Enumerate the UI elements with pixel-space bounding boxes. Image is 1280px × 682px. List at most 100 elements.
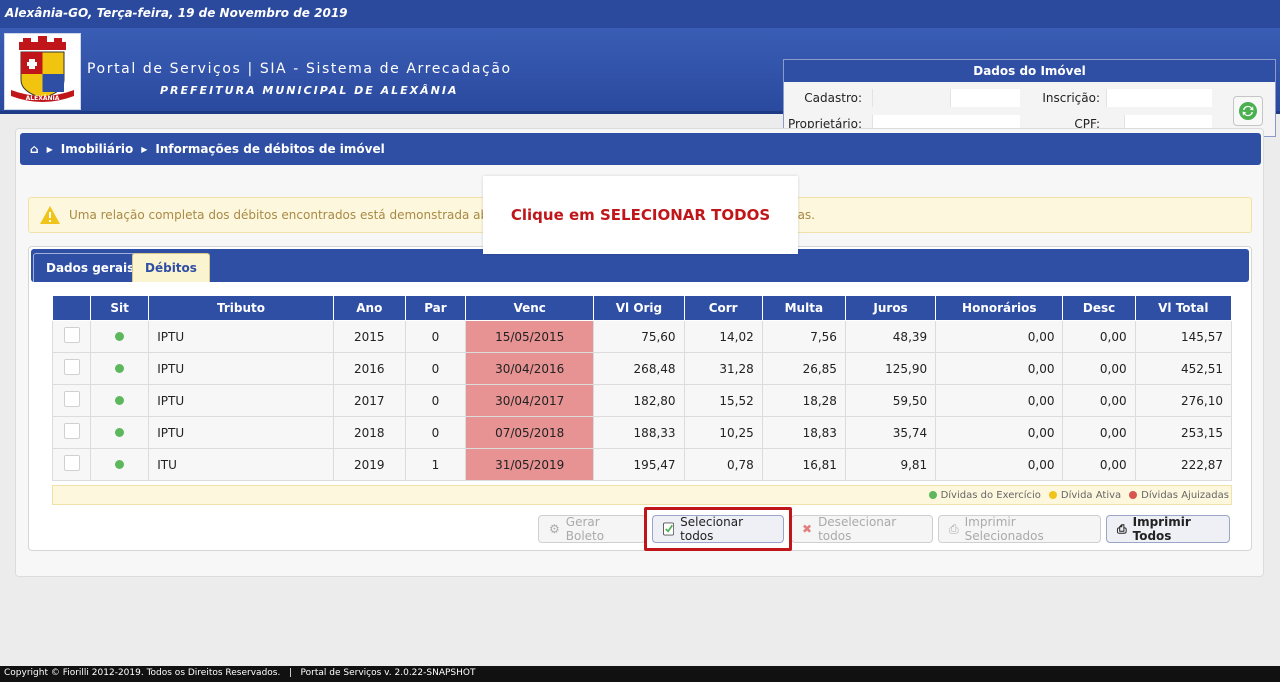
- cell-vl-total: 253,15: [1134, 416, 1233, 449]
- cell-venc: 07/05/2018: [465, 416, 595, 449]
- inscricao-label: Inscrição:: [1042, 91, 1100, 105]
- imovel-panel: Dados do Imóvel Cadastro: Inscrição: Pro…: [783, 59, 1276, 137]
- cell-juros: 59,50: [844, 384, 937, 417]
- alert-text-start: Uma relação completa dos débitos encontr…: [69, 208, 542, 222]
- cell-par: 0: [404, 352, 467, 385]
- cell-honorarios: 0,00: [935, 352, 1064, 385]
- cell-honorarios: 0,00: [935, 416, 1064, 449]
- warning-icon: [40, 206, 60, 224]
- cell-tributo: IPTU: [148, 384, 334, 417]
- row-checkbox[interactable]: [63, 391, 80, 407]
- cell-desc: 0,00: [1062, 320, 1136, 353]
- chevron-right-icon: ▶: [141, 144, 148, 154]
- row-status-cell: [90, 448, 150, 481]
- row-status-cell: [90, 384, 150, 417]
- col-par: Par: [404, 295, 467, 321]
- col-vl-total: Vl Total: [1134, 295, 1233, 321]
- row-select-cell[interactable]: [51, 416, 92, 449]
- row-select-cell[interactable]: [51, 320, 92, 353]
- status-green-dot-icon: [115, 395, 125, 405]
- table-row[interactable]: IPTU 2015 0 15/05/2015 75,60 14,02 7,56 48,39 0,…: [51, 320, 1233, 353]
- svg-text:ALEXÂNIA: ALEXÂNIA: [26, 95, 60, 102]
- col-honorarios: Honorários: [935, 295, 1064, 321]
- table-header-row: Sit Tributo Ano Par Venc Vl Orig Corr Mu…: [51, 295, 1233, 321]
- legend-ativa: Dívida Ativa: [1060, 489, 1122, 501]
- cell-vl-total: 222,87: [1134, 448, 1233, 481]
- imovel-heading: Dados do Imóvel: [784, 60, 1275, 82]
- row-status-cell: [90, 416, 150, 449]
- imprimir-selecionados-label: Imprimir Selecionados: [964, 515, 1044, 543]
- col-desc: Desc: [1062, 295, 1136, 321]
- row-checkbox[interactable]: [63, 455, 80, 471]
- tab-debitos[interactable]: Débitos: [132, 253, 210, 282]
- col-juros: Juros: [844, 295, 937, 321]
- table-row[interactable]: IPTU 2017 0 30/04/2017 182,80 15,52 18,28 59,50…: [51, 384, 1233, 417]
- cell-tributo: IPTU: [148, 352, 334, 385]
- row-select-cell[interactable]: [51, 352, 92, 385]
- cell-corr: 0,78: [683, 448, 763, 481]
- red-dot-icon: [1129, 491, 1138, 499]
- legend-ajuizadas: Dívidas Ajuizadas: [1141, 489, 1229, 501]
- cell-vl-orig: 268,48: [593, 352, 685, 385]
- deselecionar-todos-label: Deselecionar todos: [818, 515, 897, 543]
- cell-tributo: ITU: [148, 448, 334, 481]
- cell-ano: 2015: [332, 320, 406, 353]
- cell-multa: 26,85: [761, 352, 846, 385]
- debts-table: Sit Tributo Ano Par Venc Vl Orig Corr Mu…: [51, 295, 1233, 481]
- col-multa: Multa: [761, 295, 846, 321]
- cell-venc: 15/05/2015: [465, 320, 595, 353]
- cell-vl-total: 452,51: [1134, 352, 1233, 385]
- imprimir-todos-button[interactable]: ⎙ Imprimir Todos: [1106, 515, 1230, 543]
- cell-desc: 0,00: [1062, 352, 1136, 385]
- select-all-icon: [663, 522, 675, 536]
- cell-juros: 125,90: [844, 352, 937, 385]
- date-text: Alexânia-GO, Terça-feira, 19 de Novembro…: [5, 6, 348, 20]
- portal-title: Portal de Serviços | SIA - Sistema de Ar…: [87, 61, 512, 77]
- selecionar-todos-button[interactable]: Selecionar todos: [652, 515, 784, 543]
- cell-par: 0: [404, 320, 467, 353]
- cell-multa: 7,56: [761, 320, 846, 353]
- row-status-cell: [90, 352, 150, 385]
- cell-juros: 9,81: [844, 448, 937, 481]
- row-checkbox[interactable]: [63, 423, 80, 439]
- refresh-button[interactable]: [1233, 96, 1263, 126]
- status-green-dot-icon: [115, 363, 125, 373]
- status-green-dot-icon: [115, 427, 125, 437]
- cell-honorarios: 0,00: [935, 384, 1064, 417]
- row-select-cell[interactable]: [51, 384, 92, 417]
- cell-honorarios: 0,00: [935, 448, 1064, 481]
- breadcrumb-imobiliario[interactable]: Imobiliário: [61, 142, 134, 156]
- table-row[interactable]: IPTU 2018 0 07/05/2018 188,33 10,25 18,83 35,74…: [51, 416, 1233, 449]
- cell-corr: 14,02: [683, 320, 763, 353]
- cell-desc: 0,00: [1062, 416, 1136, 449]
- gear-icon: ⚙: [549, 522, 560, 536]
- green-dot-icon: [928, 491, 937, 499]
- cell-vl-orig: 195,47: [593, 448, 685, 481]
- col-vl-orig: Vl Orig: [593, 295, 685, 321]
- cell-venc: 31/05/2019: [465, 448, 595, 481]
- cell-tributo: IPTU: [148, 320, 334, 353]
- table-row[interactable]: IPTU 2016 0 30/04/2016 268,48 31,28 26,85 125,9…: [51, 352, 1233, 385]
- tutorial-tooltip: Clique em SELECIONAR TODOS: [483, 176, 798, 254]
- row-checkbox[interactable]: [63, 359, 80, 375]
- imprimir-selecionados-button[interactable]: ⎙ Imprimir Selecionados: [938, 515, 1101, 543]
- breadcrumb-current: Informações de débitos de imóvel: [155, 142, 385, 156]
- cell-corr: 31,28: [683, 352, 763, 385]
- legend-exercicio: Dívidas do Exercício: [940, 489, 1041, 501]
- gerar-boleto-button[interactable]: ⚙ Gerar Boleto: [538, 515, 646, 543]
- deselecionar-todos-button[interactable]: ✖ Deselecionar todos: [791, 515, 933, 543]
- cell-juros: 48,39: [844, 320, 937, 353]
- portal-subtitle: PREFEITURA MUNICIPAL DE ALEXÂNIA: [160, 84, 459, 97]
- cell-vl-total: 276,10: [1134, 384, 1233, 417]
- cell-multa: 16,81: [761, 448, 846, 481]
- imprimir-todos-label: Imprimir Todos: [1132, 515, 1191, 543]
- col-sit: Sit: [90, 295, 150, 321]
- table-row[interactable]: ITU 2019 1 31/05/2019 195,47 0,78 16,81 9,81 0,0…: [51, 448, 1233, 481]
- cell-multa: 18,83: [761, 416, 846, 449]
- tab-dados-gerais[interactable]: Dados gerais: [33, 253, 148, 282]
- home-icon[interactable]: ⌂: [30, 142, 39, 156]
- cell-vl-orig: 188,33: [593, 416, 685, 449]
- row-select-cell[interactable]: [51, 448, 92, 481]
- row-checkbox[interactable]: [63, 327, 80, 343]
- coat-of-arms-icon: ALEXÂNIA: [11, 36, 74, 102]
